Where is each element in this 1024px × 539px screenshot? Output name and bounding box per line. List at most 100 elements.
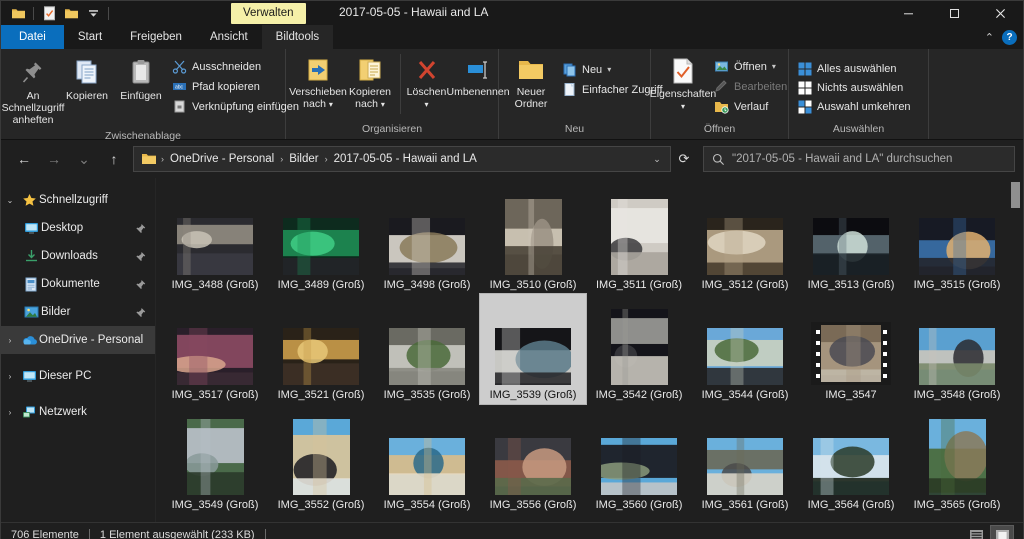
sidebar-item-schnellzugriff[interactable]: ⌄ Schnellzugriff [1,186,155,214]
collapse-ribbon-icon[interactable]: ⌃ [985,31,994,44]
history-button[interactable]: Verlauf [711,97,793,116]
file-item[interactable]: IMG_3488 (Groß) [162,184,268,294]
file-item[interactable]: IMG_3552 (Groß) [268,404,374,514]
file-item[interactable]: IMG_3561 (Groß) [692,404,798,514]
sidebar-item-downloads[interactable]: Downloads [1,242,155,270]
chevron-right-icon[interactable]: › [1,408,19,417]
copy-path-button[interactable]: abc Pfad kopieren [169,77,305,96]
file-item[interactable]: IMG_3489 (Groß) [268,184,374,294]
file-name-label: IMG_3560 (Groß) [595,499,683,511]
file-list-view[interactable]: IMG_3488 (Groß) IMG_3489 (Groß) IMG_3498 (… [156,178,1023,522]
back-button[interactable]: ← [9,145,39,173]
recent-locations-button[interactable]: ⌄ [69,145,99,173]
properties-button[interactable]: Eigenschaften ▾ [650,54,716,116]
tab-ansicht[interactable]: Ansicht [196,25,262,49]
search-input[interactable]: "2017-05-05 - Hawaii and LA" durchsuchen [732,153,952,165]
thumbnail-container [268,404,374,498]
folder-icon[interactable] [7,3,29,23]
new-folder-button[interactable]: Neuer Ordner [505,54,557,113]
svg-text:abc: abc [175,85,184,91]
large-icons-view-button[interactable] [990,524,1014,539]
breadcrumb-dropdown-icon[interactable]: ⌄ [648,154,666,165]
sidebar-item-desktop[interactable]: Desktop [1,214,155,242]
new-folder-icon[interactable] [60,3,82,23]
file-item[interactable]: IMG_3542 (Groß) [586,294,692,404]
select-all-button[interactable]: Alles auswählen [795,60,917,78]
refresh-button[interactable]: ⟳ [671,146,697,172]
up-button[interactable]: ↑ [99,145,129,173]
file-item[interactable]: IMG_3535 (Groß) [374,294,480,404]
paste-shortcut-button[interactable]: Verknüpfung einfügen [169,97,305,116]
breadcrumb: › OneDrive - Personal › Bilder › 2017-05… [160,151,648,167]
tab-datei[interactable]: Datei [1,25,64,49]
customize-dropdown-icon[interactable] [82,3,104,23]
group-label-zwischenablage: Zwischenablage [105,130,181,142]
file-name-label: IMG_3512 (Groß) [701,279,789,291]
file-item[interactable]: IMG_3515 (Groß) [904,184,1010,294]
breadcrumb-item-onedrive[interactable]: OneDrive - Personal [165,151,279,167]
file-item[interactable]: IMG_3554 (Groß) [374,404,480,514]
invert-selection-button[interactable]: Auswahl umkehren [795,98,917,116]
paste-button[interactable]: Einfügen [115,54,167,105]
sidebar-label: Downloads [41,250,98,262]
file-item[interactable]: IMG_3511 (Groß) [586,184,692,294]
file-item[interactable]: IMG_3539 (Groß) [479,293,587,405]
properties-icon[interactable] [38,3,60,23]
file-item[interactable]: IMG_3565 (Groß) [904,404,1010,514]
pin-to-quick-access-button[interactable]: An Schnellzugriff anheften [2,54,64,129]
select-none-button[interactable]: Nichts auswählen [795,79,917,97]
chevron-right-icon[interactable]: › [1,336,19,345]
contextual-tab-header[interactable]: Verwalten [231,3,306,24]
sidebar-item-netzwerk[interactable]: › Netzwerk [1,398,155,426]
tab-bildtools[interactable]: Bildtools [261,25,334,49]
pin-icon[interactable] [133,223,147,234]
details-view-button[interactable] [965,526,987,539]
file-item[interactable]: IMG_3549 (Groß) [162,404,268,514]
file-item[interactable]: IMG_3544 (Groß) [692,294,798,404]
vertical-scrollbar[interactable] [1008,178,1023,522]
sidebar-label: Desktop [41,222,84,234]
file-item[interactable]: IMG_3510 (Groß) [480,184,586,294]
breadcrumb-bar[interactable]: › OneDrive - Personal › Bilder › 2017-05… [133,146,671,172]
file-item[interactable]: IMG_3512 (Groß) [692,184,798,294]
close-button[interactable] [977,1,1023,25]
file-item[interactable]: IMG_3547 [798,294,904,404]
pin-to-quick-access-label: An Schnellzugriff anheften [1,90,65,126]
file-item[interactable]: IMG_3521 (Groß) [268,294,374,404]
file-item[interactable]: IMG_3564 (Groß) [798,404,904,514]
tab-start[interactable]: Start [64,25,116,49]
copy-to-button[interactable]: Kopieren nach ▾ [344,54,396,114]
pin-icon[interactable] [133,307,147,318]
maximize-button[interactable] [931,1,977,25]
file-item[interactable]: IMG_3513 (Groß) [798,184,904,294]
scrollbar-thumb[interactable] [1011,182,1020,208]
file-item[interactable]: IMG_3560 (Groß) [586,404,692,514]
breadcrumb-item-bilder[interactable]: Bilder [284,151,323,167]
pin-icon[interactable] [133,279,147,290]
help-icon[interactable]: ? [1002,29,1017,45]
file-item[interactable]: IMG_3556 (Groß) [480,404,586,514]
sidebar-item-dieser-pc[interactable]: › Dieser PC [1,362,155,390]
tab-freigeben[interactable]: Freigeben [116,25,196,49]
forward-button[interactable]: → [39,145,69,173]
sidebar-item-bilder[interactable]: Bilder [1,298,155,326]
sidebar-item-onedrive-personal[interactable]: › OneDrive - Personal [1,326,155,354]
move-to-button[interactable]: Verschieben nach ▾ [289,54,347,114]
edit-button[interactable]: Bearbeiten [711,77,793,96]
qat-separator-1 [33,6,34,20]
delete-button[interactable]: Löschen ▾ [400,54,452,114]
file-item[interactable]: IMG_3548 (Groß) [904,294,1010,404]
chevron-right-icon[interactable]: › [1,372,19,381]
copy-button[interactable]: Kopieren [61,54,113,105]
cut-button[interactable]: Ausschneiden [169,57,305,76]
file-item[interactable]: IMG_3517 (Groß) [162,294,268,404]
open-button[interactable]: Öffnen ▾ [711,57,793,76]
sidebar-item-dokumente[interactable]: Dokumente [1,270,155,298]
search-box[interactable]: "2017-05-05 - Hawaii and LA" durchsuchen [703,146,1015,172]
breadcrumb-item-current[interactable]: 2017-05-05 - Hawaii and LA [329,151,482,167]
minimize-button[interactable] [885,1,931,25]
pin-icon[interactable] [133,251,147,262]
file-item[interactable]: IMG_3498 (Groß) [374,184,480,294]
rename-button[interactable]: Umbenennen [446,54,510,101]
chevron-down-icon[interactable]: ⌄ [1,196,19,205]
